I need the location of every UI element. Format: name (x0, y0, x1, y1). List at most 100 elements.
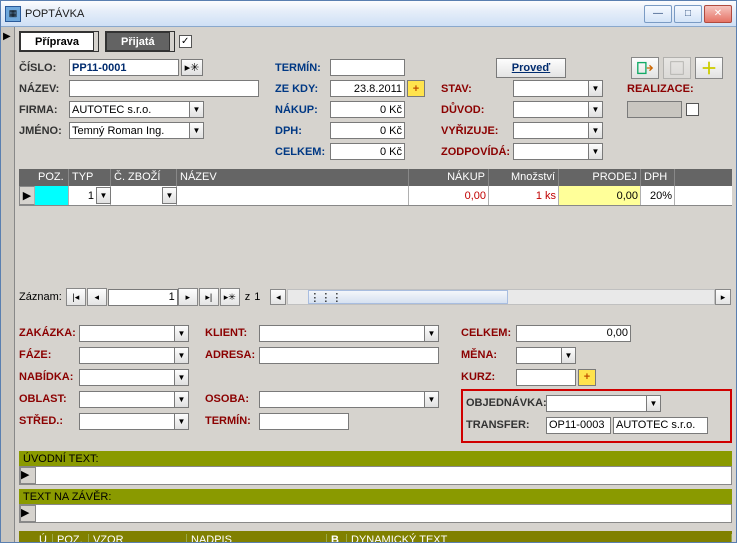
minimize-button[interactable]: — (644, 5, 672, 23)
nav-pos-input[interactable] (108, 289, 178, 306)
jmeno-dropdown[interactable]: ▼ (189, 122, 204, 139)
label-nazev: NÁZEV: (19, 83, 69, 95)
osoba-input[interactable] (259, 391, 424, 408)
hscroll-left[interactable]: ◂ (270, 289, 286, 305)
label-klient: KLIENT: (205, 327, 259, 339)
nakup-input[interactable] (330, 101, 405, 118)
row-nakup-value: 0,00 (409, 186, 489, 205)
row-czbozi-dropdown[interactable]: ▼ (162, 187, 177, 204)
toolbar-icon-3[interactable] (695, 57, 723, 79)
zodpovida-dropdown[interactable]: ▼ (588, 143, 603, 160)
zakazka-input[interactable] (79, 325, 174, 342)
nabidka-dropdown[interactable]: ▼ (174, 369, 189, 386)
firma-input[interactable] (69, 101, 189, 118)
dph-input[interactable] (330, 122, 405, 139)
adresa-input[interactable] (259, 347, 439, 364)
cislo-generate-button[interactable]: ▸✳ (181, 59, 203, 76)
label-stred: STŘED.: (19, 415, 79, 427)
stav-input[interactable] (513, 80, 588, 97)
tab-priprava[interactable]: Příprava (20, 32, 94, 51)
zekdy-plus-button[interactable]: + (407, 80, 425, 97)
label-firma: FIRMA: (19, 104, 69, 116)
faze-dropdown[interactable]: ▼ (174, 347, 189, 364)
celkem2-input[interactable] (516, 325, 631, 342)
nav-prev[interactable]: ◂ (87, 288, 107, 306)
label-kurz: KURZ: (461, 371, 516, 383)
uvodni-text-input[interactable] (36, 467, 731, 484)
client-area: ▶ Příprava Přijatá ✓ ČÍSLO: (1, 27, 736, 542)
row-typ-input[interactable] (71, 187, 96, 204)
firma-dropdown[interactable]: ▼ (189, 101, 204, 118)
uvodni-text-label: ÚVODNÍ TEXT: (19, 451, 732, 466)
titlebar: ▦ POPTÁVKA — □ ✕ (1, 1, 736, 27)
zodpovida-input[interactable] (513, 143, 588, 160)
row-selector-icon[interactable]: ▶ (19, 186, 35, 205)
stred-dropdown[interactable]: ▼ (174, 413, 189, 430)
transfer-firm-input (613, 417, 708, 434)
record-selector-strip[interactable]: ▶ (1, 27, 15, 542)
objednavka-input[interactable] (546, 395, 646, 412)
zaver-row-selector[interactable]: ▶ (20, 505, 36, 522)
nabidka-input[interactable] (79, 369, 174, 386)
hscroll-track[interactable]: ⋮⋮⋮ (287, 289, 715, 305)
label-mena: MĚNA: (461, 349, 516, 361)
kurz-plus-button[interactable]: + (578, 369, 596, 386)
nazev-input[interactable] (69, 80, 259, 97)
oblast-dropdown[interactable]: ▼ (174, 391, 189, 408)
label-realizace: REALIZACE: (627, 83, 698, 95)
duvod-input[interactable] (513, 101, 588, 118)
celkem-input[interactable] (330, 143, 405, 160)
nav-new[interactable]: ▸✳ (220, 288, 240, 306)
dynamic-grid-header: Ú POZ. VZOR NADPIS B DYNAMICKÝ TEXT (19, 531, 732, 543)
mena-input[interactable] (516, 347, 561, 364)
duvod-dropdown[interactable]: ▼ (588, 101, 603, 118)
nav-next[interactable]: ▸ (178, 288, 198, 306)
kurz-input[interactable] (516, 369, 576, 386)
prijata-checkbox[interactable]: ✓ (179, 35, 192, 48)
row-dph-value: 20% (641, 186, 675, 205)
tab-prijata[interactable]: Přijatá (106, 32, 170, 51)
label-zekdy: ZE KDY: (275, 83, 330, 95)
label-osoba: OSOBA: (205, 393, 259, 405)
zekdy-input[interactable] (330, 80, 405, 97)
items-grid-header: POZ. TYP Č. ZBOŽÍ NÁZEV NÁKUP Množství P… (19, 169, 732, 186)
osoba-dropdown[interactable]: ▼ (424, 391, 439, 408)
row-nazev-input[interactable] (179, 187, 406, 204)
vyrizuje-input[interactable] (513, 122, 588, 139)
realizace-checkbox[interactable] (686, 103, 699, 116)
cislo-input[interactable] (69, 59, 179, 76)
objednavka-dropdown[interactable]: ▼ (646, 395, 661, 412)
toolbar-icon-2 (663, 57, 691, 79)
uvodni-row-selector[interactable]: ▶ (20, 467, 36, 484)
items-grid-row[interactable]: ▶ ▼ ▼ 0,00 1 ks 0,00 20% (19, 186, 732, 205)
stav-dropdown[interactable]: ▼ (588, 80, 603, 97)
row-typ-dropdown[interactable]: ▼ (96, 187, 111, 204)
realizace-input[interactable] (627, 101, 682, 118)
termin2-input[interactable] (259, 413, 349, 430)
vyrizuje-dropdown[interactable]: ▼ (588, 122, 603, 139)
close-button[interactable]: ✕ (704, 5, 732, 23)
proved-button[interactable]: Proveď (496, 58, 566, 78)
row-prodej-value: 0,00 (559, 186, 641, 205)
label-cislo: ČÍSLO: (19, 62, 69, 74)
row-czbozi-input[interactable] (113, 187, 162, 204)
zaver-text-input[interactable] (36, 505, 731, 522)
nav-last[interactable]: ▸| (199, 288, 219, 306)
mena-dropdown[interactable]: ▼ (561, 347, 576, 364)
oblast-input[interactable] (79, 391, 174, 408)
termin-input[interactable] (330, 59, 405, 76)
stred-input[interactable] (79, 413, 174, 430)
jmeno-input[interactable] (69, 122, 189, 139)
zakazka-dropdown[interactable]: ▼ (174, 325, 189, 342)
hscroll-thumb[interactable]: ⋮⋮⋮ (308, 290, 508, 304)
klient-dropdown[interactable]: ▼ (424, 325, 439, 342)
export-button[interactable] (631, 57, 659, 79)
nav-label: Záznam: (19, 291, 62, 303)
nav-first[interactable]: |◂ (66, 288, 86, 306)
maximize-button[interactable]: □ (674, 5, 702, 23)
klient-input[interactable] (259, 325, 424, 342)
label-dph: DPH: (275, 125, 330, 137)
label-celkem2: CELKEM: (461, 327, 516, 339)
faze-input[interactable] (79, 347, 174, 364)
hscroll-right[interactable]: ▸ (715, 289, 731, 305)
